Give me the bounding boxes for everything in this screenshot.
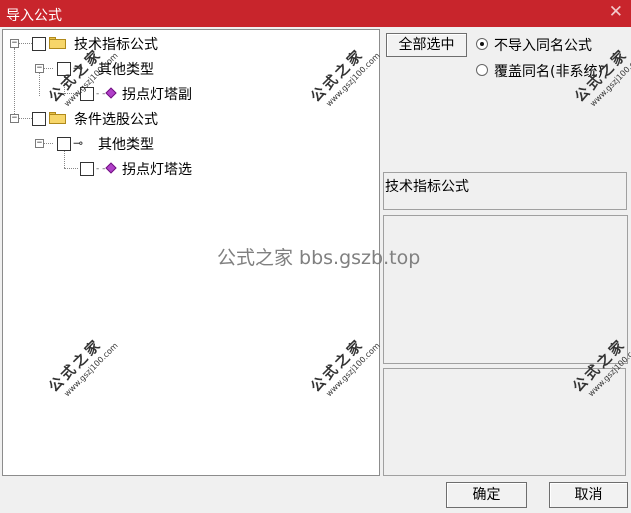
checkbox-screen-other[interactable] (57, 137, 71, 151)
folder-icon (49, 37, 66, 49)
formula-description-box (383, 215, 628, 364)
expander-icon[interactable]: − (35, 139, 44, 148)
tree-connector (64, 93, 78, 94)
tree-connector (64, 148, 65, 168)
checkbox-tech-other[interactable] (57, 62, 71, 76)
select-all-button[interactable]: 全部选中 (386, 33, 467, 57)
close-icon[interactable]: ✕ (609, 2, 623, 22)
cancel-button[interactable]: 取消 (549, 482, 628, 508)
leaf-dash: - - (96, 89, 106, 99)
leaf-dash: - - (96, 164, 106, 174)
tree-connector (18, 43, 32, 44)
expander-icon[interactable]: − (35, 64, 44, 73)
checkbox-leaf-select[interactable] (80, 162, 94, 176)
radio-skip-label[interactable]: 不导入同名公式 (494, 35, 592, 55)
radio-overwrite-label[interactable]: 覆盖同名(非系统) (494, 61, 603, 81)
key-icon: ⊸ (73, 136, 84, 150)
tree-connector (39, 73, 40, 96)
key-icon: ⊸ (73, 61, 84, 75)
tree-node-tech-formulas[interactable]: 技术指标公式 (74, 34, 158, 54)
tree-connector (43, 143, 53, 144)
formula-tree: − 技术指标公式 − ⊸ 其他类型 - - 拐点灯塔副 − 条件选股公式 − ⊸… (2, 29, 380, 476)
tree-node-screen-formulas[interactable]: 条件选股公式 (74, 109, 158, 129)
window-title: 导入公式 (6, 8, 62, 24)
gem-icon (105, 87, 117, 99)
tree-leaf-sub[interactable]: 拐点灯塔副 (122, 84, 192, 104)
tree-connector (18, 118, 32, 119)
tree-connector (14, 48, 15, 120)
tree-node-screen-other[interactable]: 其他类型 (98, 134, 154, 154)
formula-name-box: 技术指标公式 (383, 172, 627, 210)
title-bar: 导入公式 ✕ (0, 0, 631, 27)
checkbox-leaf-sub[interactable] (80, 87, 94, 101)
expander-icon[interactable]: − (10, 114, 19, 123)
tree-leaf-select[interactable]: 拐点灯塔选 (122, 159, 192, 179)
tree-connector (64, 168, 78, 169)
radio-skip-duplicates[interactable] (476, 38, 488, 50)
expander-icon[interactable]: − (10, 39, 19, 48)
tree-node-tech-other[interactable]: 其他类型 (98, 59, 154, 79)
radio-overwrite[interactable] (476, 64, 488, 76)
tree-connector (43, 68, 53, 69)
formula-name-text: 技术指标公式 (385, 179, 469, 195)
ok-button[interactable]: 确定 (446, 482, 527, 508)
formula-detail-box (383, 368, 626, 476)
gem-icon (105, 162, 117, 174)
checkbox-tech-formulas[interactable] (32, 37, 46, 51)
checkbox-screen-formulas[interactable] (32, 112, 46, 126)
folder-icon (49, 112, 66, 124)
